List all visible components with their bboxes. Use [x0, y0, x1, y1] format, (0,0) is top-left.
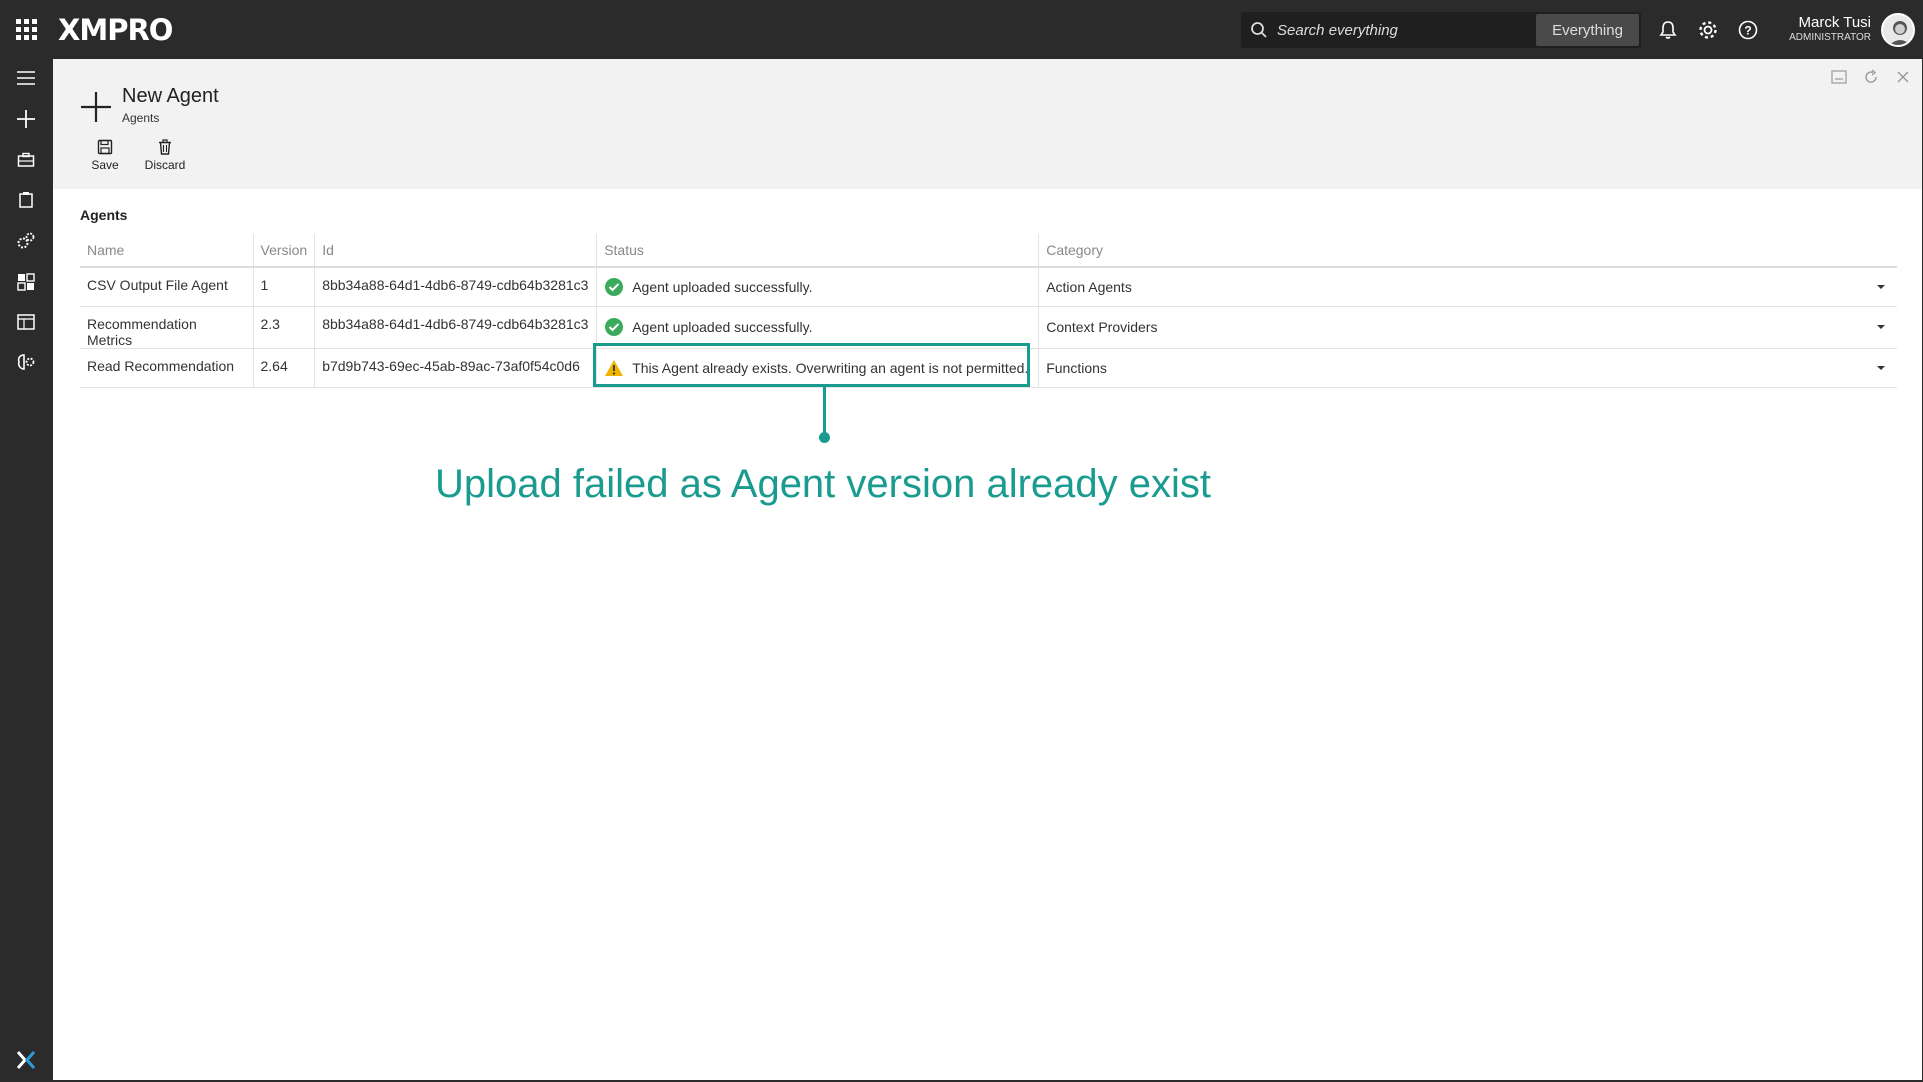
notifications-bell-icon[interactable]	[1653, 15, 1683, 45]
new-plus-icon[interactable]	[13, 106, 39, 132]
section-title: Agents	[80, 207, 128, 223]
table-row[interactable]: CSV Output File Agent 1 8bb34a88-64d1-4d…	[80, 267, 1897, 307]
user-info[interactable]: Marck Tusi ADMINISTRATOR	[1789, 14, 1871, 43]
dashboard-apps-icon[interactable]	[13, 269, 39, 295]
agent-name-cell: Read Recommendation	[80, 348, 254, 388]
agent-name-cell: CSV Output File Agent	[80, 267, 254, 307]
column-header-name[interactable]: Name	[80, 234, 254, 268]
agent-name-cell: Recommendation Metrics	[80, 306, 254, 349]
data-table-icon[interactable]	[13, 309, 39, 335]
agent-status-cell: Agent uploaded successfully.	[596, 306, 1040, 349]
brand-logo[interactable]: XMPRO	[58, 13, 173, 47]
agent-version-cell: 2.64	[253, 348, 316, 388]
agent-category-cell[interactable]: Action Agents	[1038, 267, 1897, 307]
status-text: Agent uploaded successfully.	[632, 278, 813, 295]
ai-brain-icon[interactable]	[13, 349, 39, 375]
page-title-block: New Agent Agents	[80, 85, 219, 125]
callout-dot	[819, 432, 830, 443]
callout-connector	[823, 387, 826, 436]
agent-id-cell: b7d9b743-69ec-45ab-89ac-73af0f54c0d6	[314, 348, 598, 388]
page-subtitle: Agents	[122, 111, 160, 125]
xmpro-x-logo-icon[interactable]	[14, 1048, 38, 1072]
column-header-id[interactable]: Id	[314, 234, 598, 268]
search-icon[interactable]	[1241, 12, 1277, 48]
discard-label: Discard	[144, 158, 186, 172]
top-bar: XMPRO Everything ? Marck Tusi ADMINISTRA…	[0, 0, 1923, 59]
new-item-plus-icon	[81, 92, 111, 122]
help-icon[interactable]: ?	[1733, 15, 1763, 45]
settings-gear-icon[interactable]	[1693, 15, 1723, 45]
table-row[interactable]: Recommendation Metrics 2.3 8bb34a88-64d1…	[80, 306, 1897, 349]
category-select[interactable]: Action Agents	[1046, 279, 1132, 295]
success-check-icon	[605, 277, 624, 296]
column-header-version[interactable]: Version	[253, 234, 316, 268]
briefcase-icon[interactable]	[13, 147, 39, 173]
callout-highlight-box	[593, 343, 1030, 387]
category-select[interactable]: Context Providers	[1046, 319, 1157, 335]
app-launcher-button[interactable]	[0, 0, 52, 59]
refresh-icon[interactable]	[1861, 67, 1881, 87]
page-header: New Agent Agents Save Discard	[53, 59, 1922, 189]
agent-version-cell: 1	[253, 267, 316, 307]
clipboard-icon[interactable]	[13, 187, 39, 213]
callout-annotation-text: Upload failed as Agent version already e…	[435, 462, 1212, 506]
main-panel: New Agent Agents Save Discard Agents Nam…	[53, 59, 1922, 1080]
chevron-down-icon[interactable]	[1877, 325, 1885, 329]
agents-gears-icon[interactable]	[13, 228, 39, 254]
chevron-down-icon[interactable]	[1877, 284, 1885, 289]
status-text: Agent uploaded successfully.	[632, 319, 813, 335]
page-title: New Agent	[122, 85, 219, 107]
category-select[interactable]: Functions	[1046, 360, 1107, 376]
minimize-icon[interactable]	[1829, 67, 1849, 87]
user-role: ADMINISTRATOR	[1789, 32, 1871, 43]
app-grid-icon	[15, 19, 37, 40]
agent-id-cell: 8bb34a88-64d1-4db6-8749-cdb64b3281c3	[314, 267, 598, 307]
agent-version-cell: 2.3	[253, 306, 316, 349]
discard-button[interactable]: Discard	[140, 139, 190, 172]
menu-hamburger-icon[interactable]	[13, 65, 39, 91]
chevron-down-icon[interactable]	[1877, 365, 1885, 370]
agent-category-cell[interactable]: Functions	[1038, 348, 1897, 388]
close-icon[interactable]	[1893, 67, 1913, 87]
svg-text:?: ?	[1744, 24, 1751, 38]
left-nav-rail	[0, 59, 53, 1082]
search-input[interactable]	[1277, 21, 1536, 39]
agent-id-cell: 8bb34a88-64d1-4db6-8749-cdb64b3281c3	[314, 306, 598, 349]
avatar[interactable]	[1881, 13, 1915, 47]
success-check-icon	[605, 318, 624, 336]
global-search: Everything	[1241, 12, 1641, 48]
save-floppy-icon	[97, 139, 113, 155]
agent-category-cell[interactable]: Context Providers	[1038, 306, 1897, 349]
search-scope-dropdown[interactable]: Everything	[1536, 14, 1639, 46]
user-name: Marck Tusi	[1798, 14, 1871, 31]
column-header-category[interactable]: Category	[1038, 234, 1897, 268]
agent-status-cell: Agent uploaded successfully.	[596, 267, 1040, 307]
save-label: Save	[91, 158, 119, 172]
column-header-status[interactable]: Status	[596, 234, 1040, 268]
table-header-row: Name Version Id Status Category	[80, 234, 1897, 268]
trash-icon	[159, 139, 171, 155]
save-button[interactable]: Save	[80, 139, 130, 172]
